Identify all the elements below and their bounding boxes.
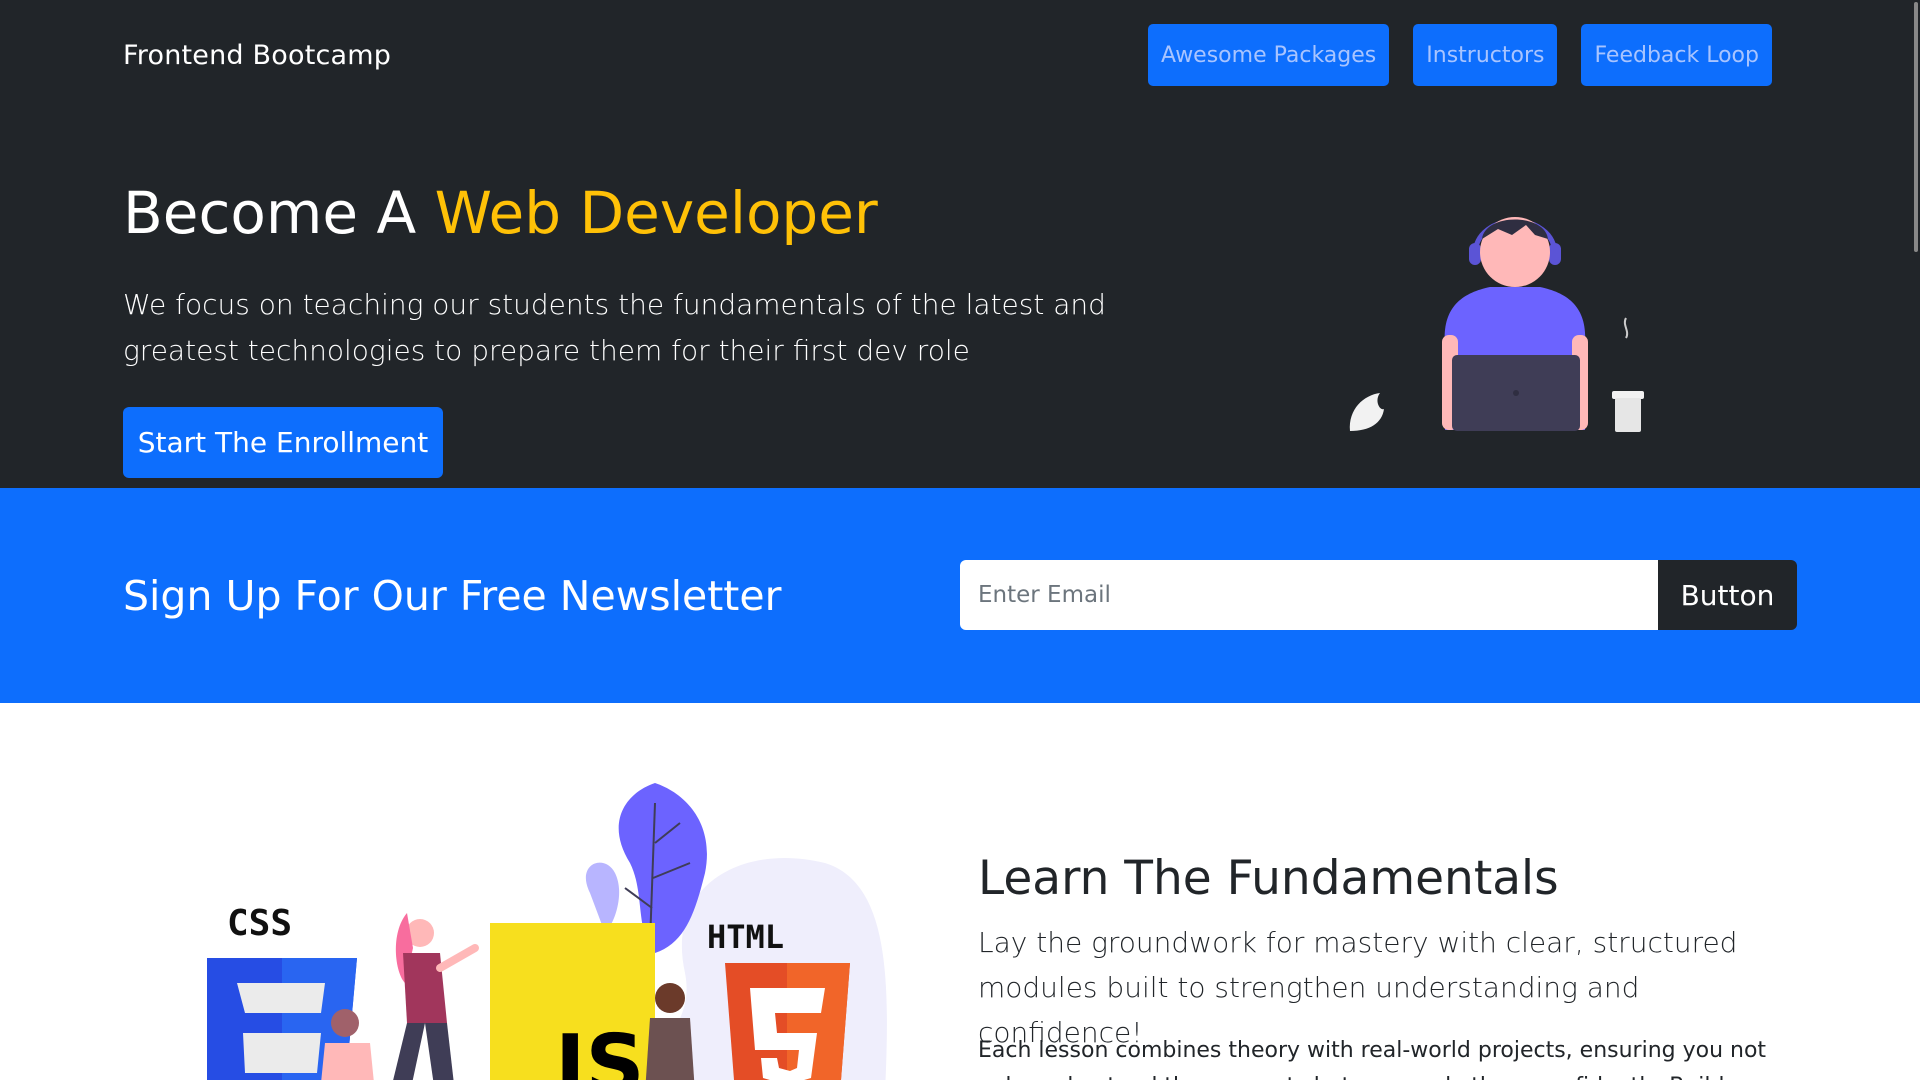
top-nav: Awesome Packages Instructors Feedback Lo… [1148, 24, 1772, 86]
hero-section: Frontend Bootcamp Awesome Packages Instr… [0, 0, 1920, 488]
newsletter-section: Sign Up For Our Free Newsletter Button [0, 488, 1920, 703]
developer-illustration [1349, 217, 1644, 432]
newsletter-form: Button [960, 560, 1797, 630]
hero-title: Become A Web Developer [123, 178, 878, 248]
hero-title-accent: Web Developer [434, 179, 878, 247]
nav-instructors-button[interactable]: Instructors [1413, 24, 1558, 86]
nav-feedback-loop-button[interactable]: Feedback Loop [1581, 24, 1772, 86]
brand-logo[interactable]: Frontend Bootcamp [123, 40, 391, 71]
learn-title: Learn The Fundamentals [978, 851, 1559, 906]
learn-body: Each lesson combines theory with real-wo… [978, 1038, 1767, 1080]
newsletter-submit-button[interactable]: Button [1658, 560, 1797, 630]
nav-awesome-packages-button[interactable]: Awesome Packages [1148, 24, 1390, 86]
page-scrollbar[interactable] [1910, 0, 1920, 1080]
hero-lead: We focus on teaching our students the fu… [123, 288, 1106, 367]
js-label: JS [550, 1018, 645, 1080]
html-label: HTML [707, 918, 784, 956]
scrollbar-thumb[interactable] [1914, 2, 1918, 252]
newsletter-title: Sign Up For Our Free Newsletter [123, 572, 782, 620]
web-technologies-illustration: CSS JS HTML [207, 783, 887, 1080]
email-input[interactable] [960, 560, 1658, 630]
learn-section: CSS JS HTML Learn The Fundamentals Lay t… [0, 703, 1920, 1080]
hero-title-prefix: Become A [123, 179, 435, 247]
start-enrollment-button[interactable]: Start The Enrollment [123, 407, 443, 478]
css-label: CSS [227, 903, 292, 944]
